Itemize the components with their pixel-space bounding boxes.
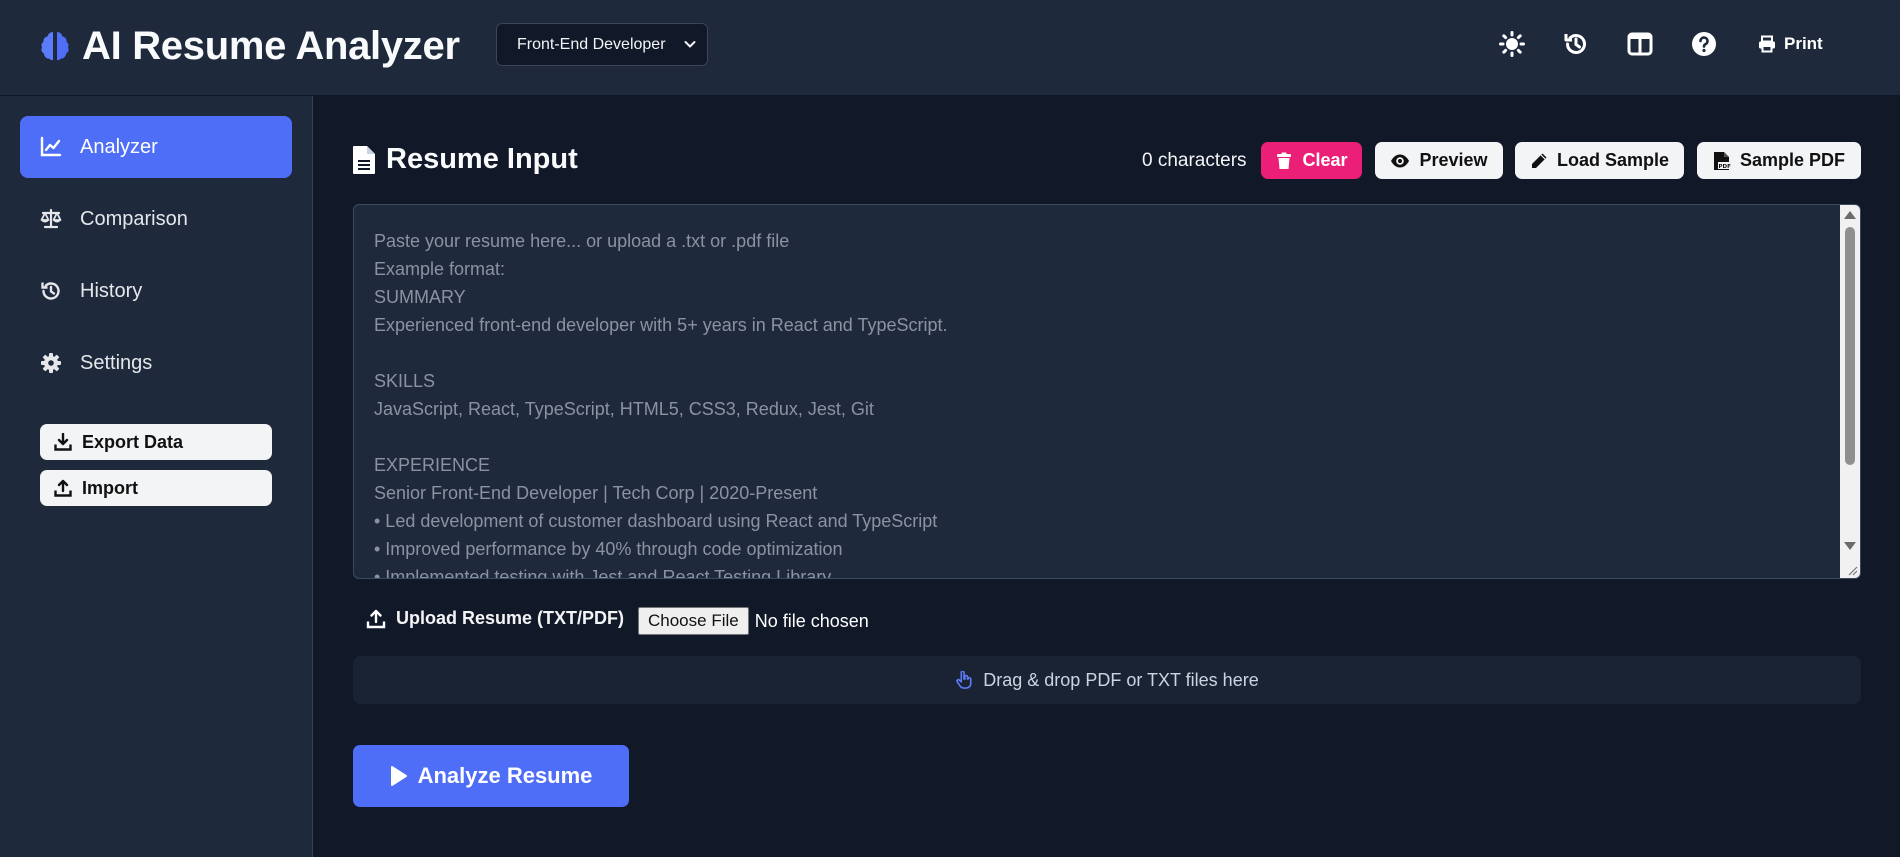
import-label: Import xyxy=(82,477,138,498)
clear-label: Clear xyxy=(1302,150,1348,170)
document-icon xyxy=(353,145,375,174)
resize-handle-icon[interactable] xyxy=(1846,564,1858,576)
choose-file-button[interactable]: Choose File xyxy=(638,607,749,635)
import-button[interactable]: Import xyxy=(40,470,272,506)
scrollbar-thumb[interactable] xyxy=(1845,227,1855,465)
app-title: AI Resume Analyzer xyxy=(82,24,460,68)
app-logo: AI Resume Analyzer xyxy=(38,24,460,68)
chevron-down-icon xyxy=(684,41,696,48)
preview-label: Preview xyxy=(1419,150,1488,170)
job-role-select[interactable]: Front-End Developer xyxy=(496,23,708,66)
trash-icon xyxy=(1277,152,1292,169)
print-button[interactable]: Print xyxy=(1758,26,1823,62)
pencil-icon xyxy=(1531,153,1547,168)
sidebar-item-label: History xyxy=(80,279,143,302)
gear-icon xyxy=(41,353,61,373)
character-count: 0 characters xyxy=(1142,150,1247,171)
clear-button[interactable]: Clear xyxy=(1261,142,1362,179)
history-icon xyxy=(41,282,60,300)
sidebar-item-label: Analyzer xyxy=(80,135,158,158)
job-role-select-value: Front-End Developer xyxy=(517,35,666,53)
analyze-resume-label: Analyze Resume xyxy=(417,763,593,788)
sidebar-item-comparison[interactable]: Comparison xyxy=(20,188,292,250)
sidebar: Analyzer Comparison History Settings Exp… xyxy=(0,96,313,857)
help-icon xyxy=(1692,32,1716,56)
print-label: Print xyxy=(1784,34,1823,53)
textarea-scrollbar[interactable] xyxy=(1840,205,1860,578)
theme-toggle-button[interactable] xyxy=(1494,26,1530,62)
columns-icon xyxy=(1627,32,1653,56)
export-data-label: Export Data xyxy=(82,431,184,452)
dropzone-text: Drag & drop PDF or TXT files here xyxy=(983,669,1259,690)
play-icon xyxy=(390,766,407,786)
svg-text:PDF: PDF xyxy=(1718,164,1731,170)
sidebar-item-analyzer[interactable]: Analyzer xyxy=(20,116,292,178)
file-input[interactable]: Choose File No file chosen xyxy=(638,607,869,635)
sidebar-item-label: Comparison xyxy=(80,207,188,230)
resume-textarea[interactable]: Paste your resume here... or upload a .t… xyxy=(353,204,1861,579)
load-sample-button[interactable]: Load Sample xyxy=(1515,142,1684,179)
upload-resume-label: Upload Resume (TXT/PDF) xyxy=(366,608,624,629)
scroll-down-arrow[interactable] xyxy=(1844,542,1856,550)
compare-layout-button[interactable] xyxy=(1622,26,1658,62)
export-data-button[interactable]: Export Data xyxy=(40,424,272,460)
analyze-resume-button[interactable]: Analyze Resume xyxy=(353,745,629,807)
app-header: AI Resume Analyzer Front-End Developer P… xyxy=(0,0,1900,96)
sun-icon xyxy=(1499,31,1525,57)
sidebar-item-label: Settings xyxy=(80,351,153,374)
printer-icon xyxy=(1759,35,1775,53)
sample-pdf-label: Sample PDF xyxy=(1739,150,1846,170)
scroll-up-arrow[interactable] xyxy=(1844,211,1856,219)
sample-pdf-button[interactable]: PDF Sample PDF xyxy=(1697,142,1861,179)
preview-button[interactable]: Preview xyxy=(1375,142,1503,179)
history-icon xyxy=(1564,34,1586,54)
history-button[interactable] xyxy=(1558,26,1594,62)
scale-balance-icon xyxy=(40,208,62,229)
section-title: Resume Input xyxy=(352,143,578,176)
help-button[interactable] xyxy=(1686,26,1722,62)
file-dropzone[interactable]: Drag & drop PDF or TXT files here xyxy=(353,656,1861,704)
upload-resume-text: Upload Resume (TXT/PDF) xyxy=(396,608,625,628)
upload-icon xyxy=(366,609,386,628)
section-title-text: Resume Input xyxy=(386,143,578,175)
file-status-text: No file chosen xyxy=(754,610,869,631)
brain-icon xyxy=(41,32,69,61)
upload-icon xyxy=(54,479,72,497)
resume-textarea-placeholder: Paste your resume here... or upload a .t… xyxy=(374,231,948,579)
pdf-file-icon: PDF xyxy=(1713,151,1731,170)
sidebar-item-settings[interactable]: Settings xyxy=(20,332,292,394)
eye-icon xyxy=(1391,154,1410,167)
chart-line-icon xyxy=(40,136,62,157)
hand-pointer-icon xyxy=(956,671,972,689)
sidebar-item-history[interactable]: History xyxy=(20,260,292,322)
download-icon xyxy=(54,433,72,451)
load-sample-label: Load Sample xyxy=(1556,150,1670,170)
